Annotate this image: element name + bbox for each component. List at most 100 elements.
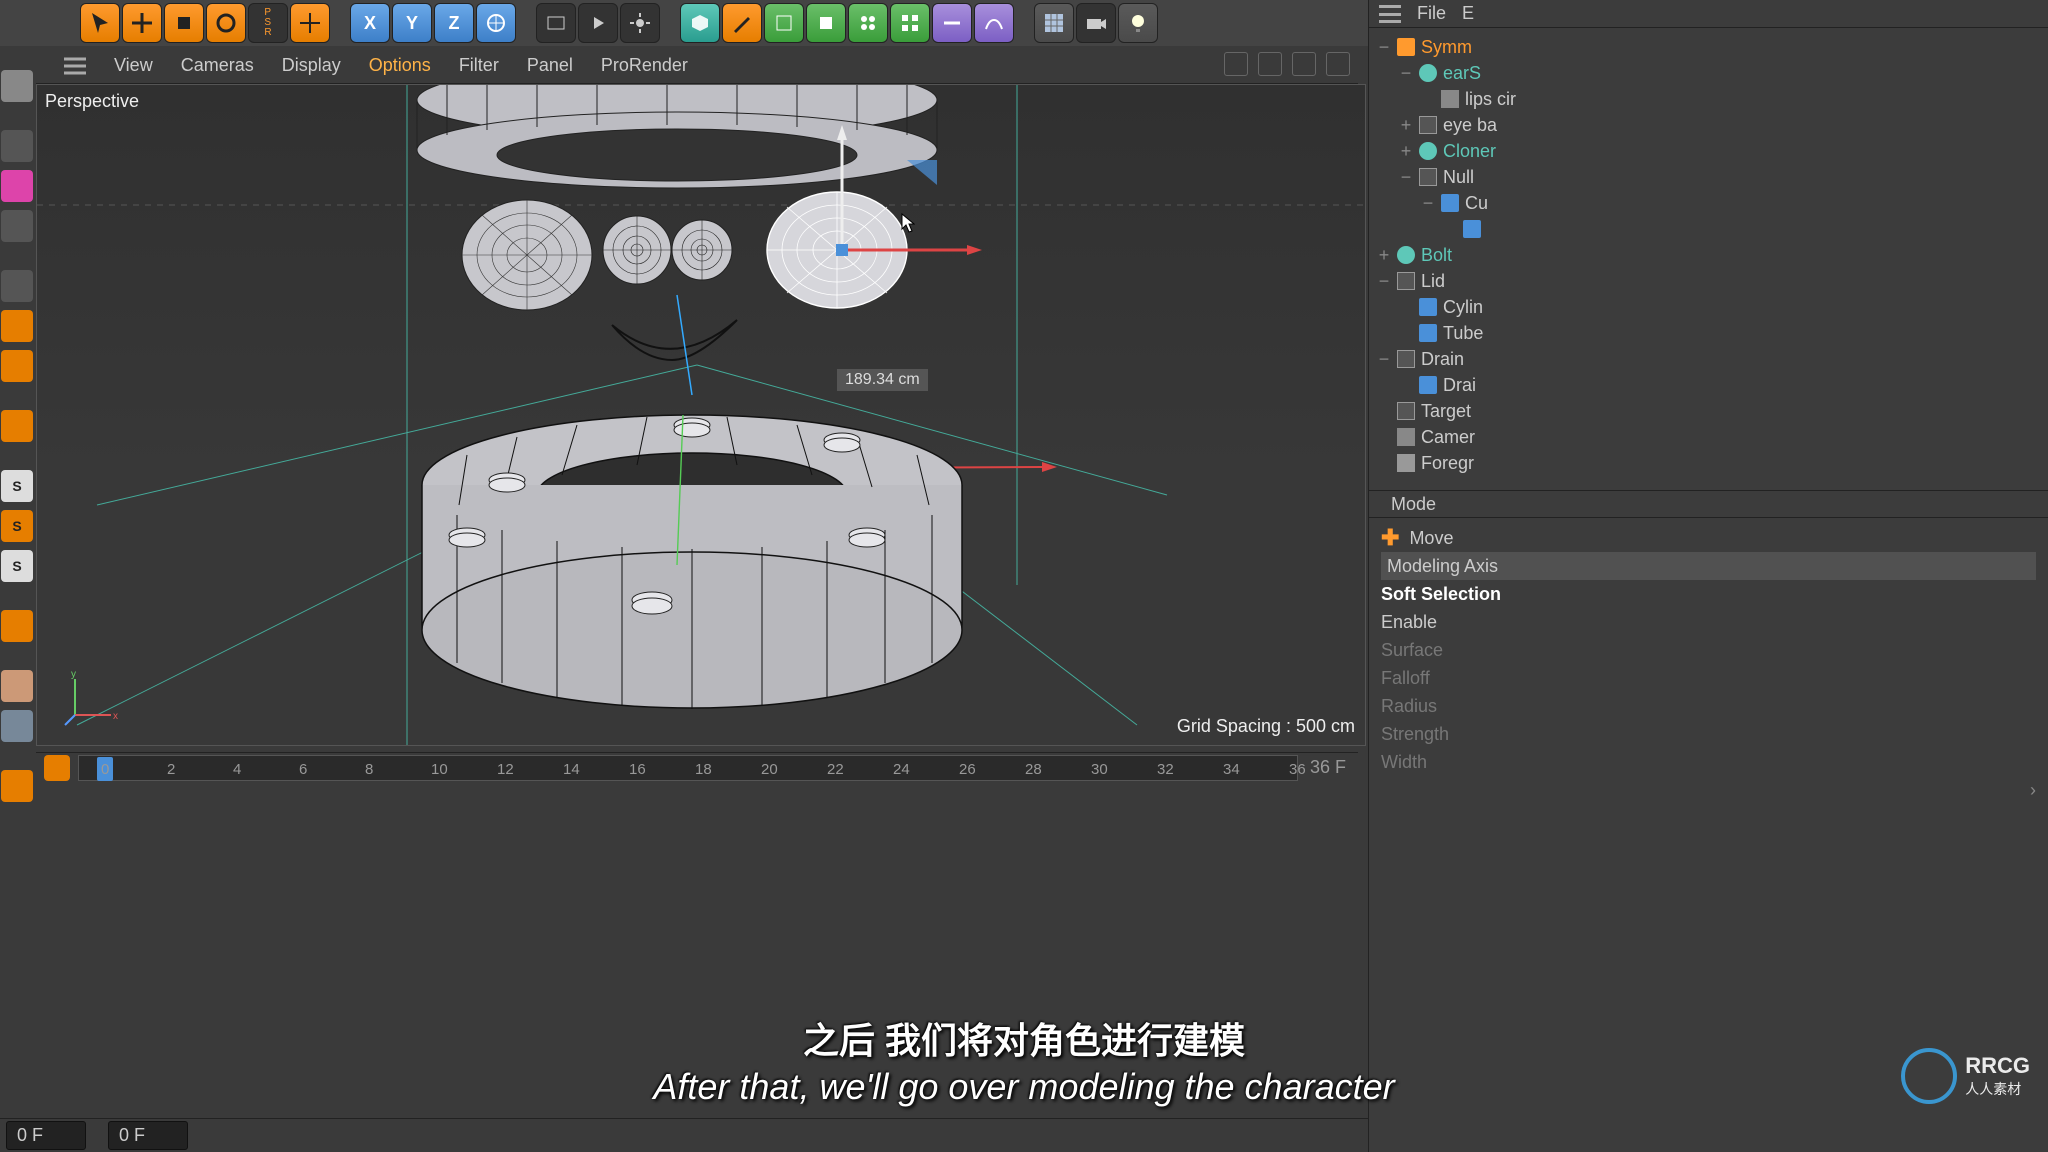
render-settings-button[interactable] [620,3,660,43]
view-icon-3[interactable] [1292,52,1316,76]
tree-row[interactable]: lips cir [1373,86,2044,112]
soft-select-2[interactable]: S [1,510,33,542]
menu-panel[interactable]: Panel [527,55,573,76]
tree-row[interactable]: −Lid [1373,268,2044,294]
object-tree[interactable]: −Symm−earS lips cir+eye ba+Cloner−Null−Cu… [1369,28,2048,482]
view-icon-1[interactable] [1224,52,1248,76]
edge-mode[interactable] [1,310,33,342]
menu-cameras[interactable]: Cameras [181,55,254,76]
magnet-tool[interactable] [1,610,33,642]
psr-tool[interactable]: PSR [248,3,288,43]
model-mode[interactable] [1,70,33,102]
spline-icon [1441,90,1459,108]
expand-toggle[interactable]: + [1377,245,1391,266]
tree-row[interactable]: −Symm [1373,34,2044,60]
null-icon [1419,168,1437,186]
view-icon-4[interactable] [1326,52,1350,76]
menu-options[interactable]: Options [369,55,431,76]
attr-row[interactable]: Radius [1381,692,2036,720]
x-axis-button[interactable]: X [350,3,390,43]
rotate-tool[interactable] [206,3,246,43]
expand-toggle[interactable]: − [1421,193,1435,214]
texture-mode[interactable] [1,170,33,202]
tree-row[interactable]: Cylin [1373,294,2044,320]
render-view-button[interactable] [536,3,576,43]
tree-row[interactable]: Target [1373,398,2044,424]
locked-tool[interactable] [290,3,330,43]
menu-view[interactable]: View [114,55,153,76]
object-mode[interactable] [1,130,33,162]
z-axis-button[interactable]: Z [434,3,474,43]
attr-row[interactable]: Falloff [1381,664,2036,692]
timeline-track[interactable]: 0 2 4 6 8 10 12 14 16 18 20 22 24 26 28 … [78,755,1298,781]
hamburger-icon[interactable] [1379,5,1401,23]
tree-row[interactable]: Foregr [1373,450,2044,476]
menu-filter[interactable]: Filter [459,55,499,76]
field-button[interactable] [932,3,972,43]
cam-icon [1397,428,1415,446]
polygon-mode[interactable] [1,350,33,382]
tree-row[interactable]: Tube [1373,320,2044,346]
tree-row[interactable]: Drai [1373,372,2044,398]
menu-display[interactable]: Display [282,55,341,76]
null-icon [1397,272,1415,290]
cloner-button[interactable] [890,3,930,43]
y-axis-button[interactable]: Y [392,3,432,43]
snap-grid-1[interactable] [1,670,33,702]
tree-row[interactable]: +eye ba [1373,112,2044,138]
world-axis-button[interactable] [476,3,516,43]
tree-row[interactable]: +Bolt [1373,242,2044,268]
snap-grid-2[interactable] [1,710,33,742]
menu-edit[interactable]: E [1462,3,1474,24]
expand-toggle[interactable]: − [1377,349,1391,370]
expand-toggle[interactable]: + [1399,115,1413,136]
tree-row[interactable] [1373,216,2044,242]
modeling-axis-tab[interactable]: Modeling Axis [1381,552,2036,580]
axis-center[interactable] [1,770,33,802]
workplane-mode[interactable] [1,210,33,242]
soft-select-1[interactable]: S [1,470,33,502]
tree-row[interactable]: −earS [1373,60,2044,86]
hamburger-icon[interactable] [64,57,86,75]
expand-toggle[interactable]: − [1377,271,1391,292]
attr-row[interactable]: Surface [1381,636,2036,664]
attr-row[interactable]: Enable [1381,608,2036,636]
subdivision-button[interactable] [764,3,804,43]
expand-toggle[interactable]: − [1377,37,1391,58]
menu-prorender[interactable]: ProRender [601,55,688,76]
timeline-toggle[interactable] [44,755,70,781]
attr-row[interactable]: Strength [1381,720,2036,748]
array-button[interactable] [848,3,888,43]
select-tool[interactable] [80,3,120,43]
perspective-viewport[interactable]: Perspective Default Camera ⚙ Grid Spacin… [36,84,1366,746]
menu-file[interactable]: File [1417,3,1446,24]
attr-row[interactable]: Width [1381,748,2036,776]
tree-row[interactable]: Camer [1373,424,2044,450]
camera-button[interactable] [1076,3,1116,43]
view-icon-2[interactable] [1258,52,1282,76]
expand-toggle[interactable]: − [1399,63,1413,84]
deform-button[interactable] [974,3,1014,43]
frame-current-field[interactable]: 0 F [108,1121,188,1150]
expand-toggle[interactable]: − [1399,167,1413,188]
enable-axis[interactable] [1,410,33,442]
point-mode[interactable] [1,270,33,302]
tree-row[interactable]: +Cloner [1373,138,2044,164]
scale-tool[interactable] [164,3,204,43]
extrude-button[interactable] [806,3,846,43]
soft-select-3[interactable]: S [1,550,33,582]
light-button[interactable] [1118,3,1158,43]
object-name: lips cir [1465,89,1516,110]
move-tool[interactable] [122,3,162,43]
tree-row[interactable]: −Drain [1373,346,2044,372]
frame-start-field[interactable]: 0 F [6,1121,86,1150]
floor-button[interactable] [1034,3,1074,43]
render-button[interactable] [578,3,618,43]
attr-mode-label[interactable]: Mode [1391,494,1436,515]
spline-pen-button[interactable] [722,3,762,43]
tree-row[interactable]: −Cu [1373,190,2044,216]
attr-label: Enable [1381,612,1437,633]
tree-row[interactable]: −Null [1373,164,2044,190]
expand-toggle[interactable]: + [1399,141,1413,162]
cube-primitive-button[interactable] [680,3,720,43]
